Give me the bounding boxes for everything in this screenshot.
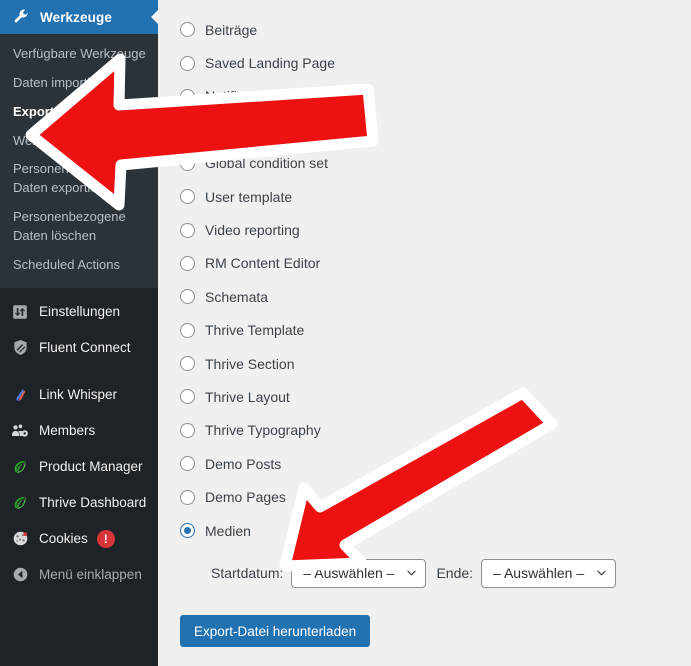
radio-row-schemata[interactable]: Schemata (158, 280, 691, 313)
ende-label: Ende: (436, 565, 474, 582)
radio-rm-content-editor[interactable] (180, 255, 195, 271)
radio-label-medien: Medien (205, 522, 251, 539)
sidebar-submenu: Verfügbare Werkzeuge Daten importieren E… (0, 34, 158, 288)
radio-thrive-layout[interactable] (180, 389, 195, 405)
radio-row-medien[interactable]: Medien (158, 514, 691, 547)
startdatum-label: Startdatum: (211, 565, 284, 582)
radio-label-schemata: Schemata (205, 288, 269, 305)
sidebar-item-link-whisper[interactable]: Link Whisper (0, 377, 158, 413)
ende-select[interactable]: – Auswählen – (481, 558, 617, 588)
startdatum-select[interactable]: – Auswählen – (291, 558, 427, 588)
radio-label-thrive-typography: Thrive Typography (205, 422, 321, 439)
sidebar-item-cookies[interactable]: Cookies ! (0, 521, 158, 557)
sidebar-active-pointer (151, 9, 158, 25)
radio-schemata[interactable] (180, 289, 195, 305)
radio-medien[interactable] (180, 523, 195, 539)
sidebar-item-link-whisper-label: Link Whisper (39, 387, 118, 403)
ende-select-value: – Auswählen – (493, 565, 585, 582)
startdatum-select-value: – Auswählen – (303, 565, 395, 582)
leaf-icon (9, 456, 31, 478)
sidebar-item-cookies-label: Cookies (39, 531, 88, 547)
radio-label-user-template: User template (205, 188, 293, 205)
sidebar-item-collapse-menu-label: Menü einklappen (39, 567, 142, 583)
radio-saved-landing-page[interactable] (180, 55, 195, 71)
radio-label-demo-pages: Demo Pages (205, 489, 286, 506)
sidebar-plugin-menu: Einstellungen Fluent Connect Link Whispe… (0, 288, 158, 593)
sidebar-subitem-export[interactable]: Export (0, 98, 158, 127)
date-range-row: Startdatum: – Auswählen – Ende: – Auswäh… (158, 558, 691, 588)
radio-label-video-reporting: Video reporting (205, 222, 300, 239)
sidebar-item-werkzeuge[interactable]: Werkzeuge (0, 0, 158, 34)
sidebar-item-werkzeuge-label: Werkzeuge (40, 9, 112, 25)
sidebar-subitem-daten-importieren[interactable]: Daten importieren (0, 69, 158, 98)
sidebar-item-members[interactable]: Members (0, 413, 158, 449)
radio-label-rm-content-editor: RM Content Editor (205, 255, 321, 272)
radio-row-thrive-typography[interactable]: Thrive Typography (158, 414, 691, 447)
admin-sidebar: Werkzeuge Verfügbare Werkzeuge Daten imp… (0, 0, 158, 666)
radio-user-template[interactable] (180, 189, 195, 205)
sidebar-item-thrive-dashboard-label: Thrive Dashboard (39, 495, 147, 511)
chevron-down-icon (407, 570, 417, 576)
radio-beitraege[interactable] (180, 22, 195, 38)
radio-thrive-section[interactable] (180, 356, 195, 372)
radio-label-saved-landing-page: Saved Landing Page (205, 55, 335, 72)
settings-icon (9, 301, 31, 323)
sidebar-subitem-personenbezogene-daten-exportieren[interactable]: Personenbezogene Daten exportieren (0, 155, 158, 203)
radio-label-global-condition-set: Global condition set (205, 155, 328, 172)
sidebar-item-thrive-dashboard[interactable]: Thrive Dashboard (0, 485, 158, 521)
sidebar-subitem-scheduled-actions[interactable]: Scheduled Actions (0, 251, 158, 280)
download-export-file-button[interactable]: Export-Datei herunterladen (180, 615, 371, 648)
cookie-icon (9, 528, 31, 550)
sidebar-item-collapse-menu[interactable]: Menü einklappen (0, 557, 158, 593)
members-icon (9, 420, 31, 442)
radio-global-condition-set[interactable] (180, 155, 195, 171)
export-content-radio-group: Beiträge Saved Landing Page Notification… (158, 0, 691, 547)
radio-row-saved-landing-page[interactable]: Saved Landing Page (158, 46, 691, 79)
sidebar-item-product-manager[interactable]: Product Manager (0, 449, 158, 485)
fluent-connect-icon (9, 337, 31, 359)
radio-label-thrive-section: Thrive Section (205, 355, 295, 372)
radio-label-demo-posts: Demo Posts (205, 455, 282, 472)
radio-video-reporting[interactable] (180, 222, 195, 238)
radio-row-global-condition-set[interactable]: Global condition set (158, 147, 691, 180)
sidebar-subitem-website-zustand[interactable]: Website-Zustand (0, 127, 158, 156)
radio-row-occluded-item[interactable]: p (158, 113, 691, 146)
radio-thrive-typography[interactable] (180, 422, 195, 438)
link-whisper-icon (9, 384, 31, 406)
sidebar-item-members-label: Members (39, 423, 96, 439)
radio-label-beitraege: Beiträge (205, 21, 258, 38)
sidebar-subitem-verfuegbare-werkzeuge[interactable]: Verfügbare Werkzeuge (0, 40, 158, 69)
radio-row-beitraege[interactable]: Beiträge (158, 13, 691, 46)
sidebar-item-einstellungen-label: Einstellungen (39, 304, 121, 320)
radio-row-thrive-section[interactable]: Thrive Section (158, 347, 691, 380)
radio-row-thrive-template[interactable]: Thrive Template (158, 314, 691, 347)
radio-label-thrive-template: Thrive Template (205, 322, 305, 339)
sidebar-subitem-personenbezogene-daten-loeschen[interactable]: Personenbezogene Daten löschen (0, 203, 158, 251)
collapse-icon (9, 564, 31, 586)
chevron-down-icon (597, 570, 606, 576)
radio-row-user-template[interactable]: User template (158, 180, 691, 213)
sidebar-item-product-manager-label: Product Manager (39, 459, 143, 475)
radio-label-thrive-layout: Thrive Layout (205, 388, 290, 405)
sidebar-item-fluent-connect[interactable]: Fluent Connect (0, 330, 158, 366)
radio-thrive-template[interactable] (180, 322, 195, 338)
admin-screen: Werkzeuge Verfügbare Werkzeuge Daten imp… (0, 0, 691, 666)
radio-label-notification: Notification (205, 88, 275, 105)
radio-row-thrive-layout[interactable]: Thrive Layout (158, 380, 691, 413)
sidebar-item-fluent-connect-label: Fluent Connect (39, 340, 131, 356)
radio-demo-pages[interactable] (180, 489, 195, 505)
sidebar-item-einstellungen[interactable]: Einstellungen (0, 294, 158, 330)
status-badge: ! (96, 529, 115, 548)
radio-demo-posts[interactable] (180, 456, 195, 472)
leaf-icon (9, 492, 31, 514)
radio-label-occluded-item: p (336, 121, 344, 138)
export-content-panel: Beiträge Saved Landing Page Notification… (158, 0, 691, 666)
radio-row-rm-content-editor[interactable]: RM Content Editor (158, 247, 691, 280)
radio-row-notification[interactable]: Notification (158, 80, 691, 113)
radio-row-video-reporting[interactable]: Video reporting (158, 213, 691, 246)
radio-notification[interactable] (180, 88, 195, 104)
wrench-icon (11, 7, 31, 27)
radio-row-demo-pages[interactable]: Demo Pages (158, 480, 691, 513)
radio-row-demo-posts[interactable]: Demo Posts (158, 447, 691, 480)
